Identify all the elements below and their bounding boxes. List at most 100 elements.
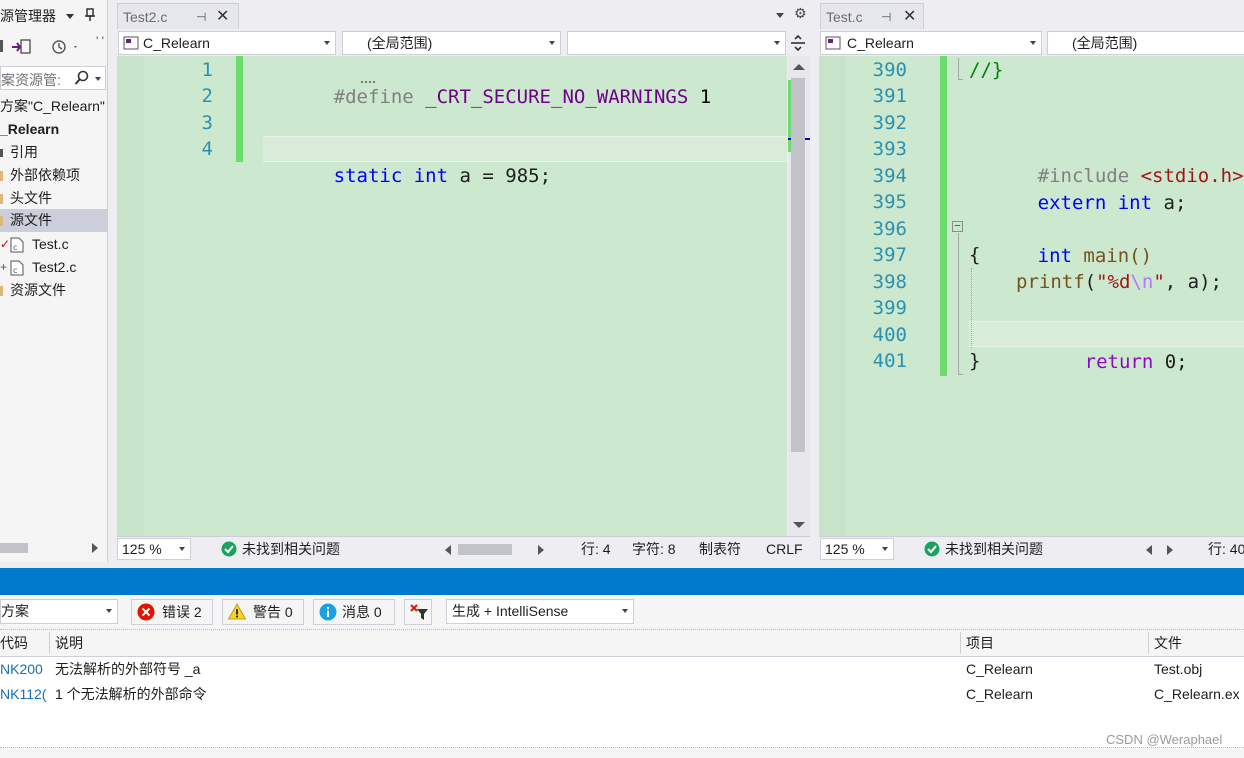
horizontal-scrollbar[interactable]	[0, 540, 106, 556]
column-header-file[interactable]: 文件	[1154, 630, 1182, 656]
tab-dropdown-icon[interactable]	[776, 13, 784, 18]
back-icon[interactable]	[0, 40, 3, 52]
overflow-icon[interactable]: ' '	[96, 34, 104, 48]
scroll-down-icon[interactable]	[793, 522, 805, 528]
tree-item-header-files[interactable]: 头文件	[0, 187, 107, 210]
issues-status[interactable]: 未找到相关问题	[945, 537, 1043, 561]
close-icon[interactable]: ✕	[903, 4, 916, 30]
code-editor[interactable]: 1 2 3 4 #define _CRT_SECURE_NO_WARNINGS …	[117, 56, 787, 536]
code-text: 0;	[1164, 350, 1188, 373]
table-row[interactable]: NK200 无法解析的外部符号 _a C_Relearn Test.obj	[0, 657, 1244, 682]
zoom-dropdown[interactable]: 125 %	[820, 538, 894, 560]
tree-item-references[interactable]: 引用	[0, 141, 107, 164]
tab-pin-icon[interactable]: ⊣	[881, 4, 891, 30]
editor-status-bar: 125 % 未找到相关问题 行: 4 字符: 8 制表符 CRLF	[117, 536, 810, 562]
project-node[interactable]: _Relearn	[0, 118, 107, 141]
tab-pin-icon[interactable]: ⊣	[196, 4, 206, 30]
scroll-left-icon[interactable]	[1146, 545, 1152, 555]
tabs-indicator[interactable]: 制表符	[699, 537, 741, 561]
scope-dropdown[interactable]: (全局范围)	[1047, 31, 1244, 55]
history-icon[interactable]	[50, 38, 80, 56]
close-icon[interactable]: ✕	[216, 4, 229, 30]
tab-test2-c[interactable]: Test2.c ⊣ ✕	[117, 3, 239, 29]
column-divider	[960, 632, 961, 654]
split-editor-icon[interactable]	[789, 34, 807, 52]
pin-icon[interactable]	[84, 8, 96, 22]
collapse-icon[interactable]: −	[952, 221, 963, 232]
sync-view-icon[interactable]	[10, 38, 32, 56]
keyword: int	[413, 164, 449, 187]
line-number: 1	[201, 59, 213, 81]
search-icon[interactable]	[74, 70, 90, 86]
tab-test-c[interactable]: Test.c ⊣ ✕	[820, 3, 924, 29]
filter-clear-icon	[409, 603, 429, 621]
error-description: 无法解析的外部符号 _a	[55, 661, 201, 677]
clear-filter-button[interactable]	[404, 599, 432, 625]
issues-status[interactable]: 未找到相关问题	[242, 537, 340, 561]
column-header-project[interactable]: 项目	[966, 630, 994, 656]
member-dropdown[interactable]	[567, 31, 786, 55]
keyword: static	[333, 164, 403, 187]
row-indicator[interactable]: 行: 4	[581, 537, 611, 561]
char-indicator[interactable]: 字符: 8	[632, 537, 676, 561]
tree-item-label: Test2.c	[32, 259, 77, 275]
vertical-scrollbar[interactable]	[788, 56, 810, 536]
watermark: CSDN @Weraphael	[1106, 732, 1223, 747]
solution-node[interactable]: 方案"C_Relearn"	[0, 95, 107, 118]
error-code[interactable]: NK112(	[0, 682, 50, 707]
gear-icon[interactable]: ⚙	[794, 5, 807, 22]
tree-item-test2-c[interactable]: + c Test2.c	[0, 256, 107, 279]
function-name: printf	[1016, 271, 1085, 293]
scroll-thumb[interactable]	[0, 543, 28, 553]
solution-search-box[interactable]: 案资源管:	[0, 66, 106, 90]
line-number: 2	[201, 85, 213, 107]
row-indicator[interactable]: 行: 40	[1208, 537, 1244, 561]
panel-menu-icon[interactable]	[66, 14, 74, 19]
solution-explorer: 源管理器 ' ' 案资源管: 方案"C_Relearn" _Relearn 引用…	[0, 0, 108, 562]
svg-text:c: c	[13, 266, 17, 275]
keyword: int	[1037, 244, 1072, 267]
line-number: 3	[201, 112, 213, 134]
scroll-right-icon[interactable]	[1167, 545, 1173, 555]
scroll-left-icon[interactable]	[445, 545, 451, 555]
horizontal-scroll-thumb[interactable]	[458, 544, 512, 555]
table-row[interactable]: NK112( 1 个无法解析的外部命令 C_Relearn C_Relearn.…	[0, 682, 1244, 707]
tree-item-resource-files[interactable]: 资源文件	[0, 279, 107, 302]
scope-dropdown[interactable]: (全局范围)	[342, 31, 561, 55]
tree-item-label: Test.c	[32, 236, 69, 252]
scroll-thumb[interactable]	[791, 78, 805, 452]
scope-dropdown-value: (全局范围)	[367, 35, 433, 51]
build-source-dropdown[interactable]: 生成 + IntelliSense	[446, 599, 634, 624]
scroll-right-icon[interactable]	[92, 543, 98, 553]
project-dropdown[interactable]: C_Relearn	[118, 31, 336, 55]
zoom-value: 125 %	[825, 541, 865, 557]
tree-item-test-c[interactable]: ✓ c Test.c	[0, 233, 107, 256]
zoom-dropdown[interactable]: 125 %	[117, 538, 191, 560]
errors-filter-button[interactable]: 错误 2	[131, 599, 213, 625]
code-text: a;	[1163, 191, 1187, 214]
eol-indicator[interactable]: CRLF	[766, 537, 803, 561]
error-code[interactable]: NK200	[0, 657, 50, 682]
error-list-header-row: 代码 说明 项目 文件	[0, 629, 1244, 657]
column-header-description[interactable]: 说明	[55, 630, 83, 656]
solution-search-input[interactable]: 案资源管:	[1, 70, 61, 90]
tree-item-label: 引用	[10, 144, 38, 160]
project-dropdown[interactable]: C_Relearn	[820, 31, 1042, 55]
search-options-icon[interactable]	[95, 77, 101, 81]
tree-item-source-files[interactable]: 源文件	[0, 209, 107, 232]
messages-filter-button[interactable]: 消息 0	[313, 599, 395, 625]
chevron-down-icon	[882, 547, 888, 551]
comment: //}	[969, 59, 1004, 81]
scroll-up-icon[interactable]	[793, 64, 805, 70]
error-file: C_Relearn.ex	[1154, 686, 1240, 702]
error-scope-dropdown[interactable]: 方案	[0, 599, 118, 624]
build-source-value: 生成 + IntelliSense	[452, 603, 569, 619]
solution-explorer-title: 源管理器	[0, 8, 56, 24]
column-header-code[interactable]: 代码	[0, 630, 28, 656]
warnings-filter-button[interactable]: 警告 0	[222, 599, 304, 625]
keyword: return	[1084, 350, 1154, 373]
code-editor[interactable]: 390 391 392 393 394 395 396 397 398 399 …	[819, 56, 1244, 536]
chevron-down-icon	[106, 609, 112, 613]
tree-item-external-deps[interactable]: 外部依赖项	[0, 164, 107, 187]
scroll-right-icon[interactable]	[538, 545, 544, 555]
